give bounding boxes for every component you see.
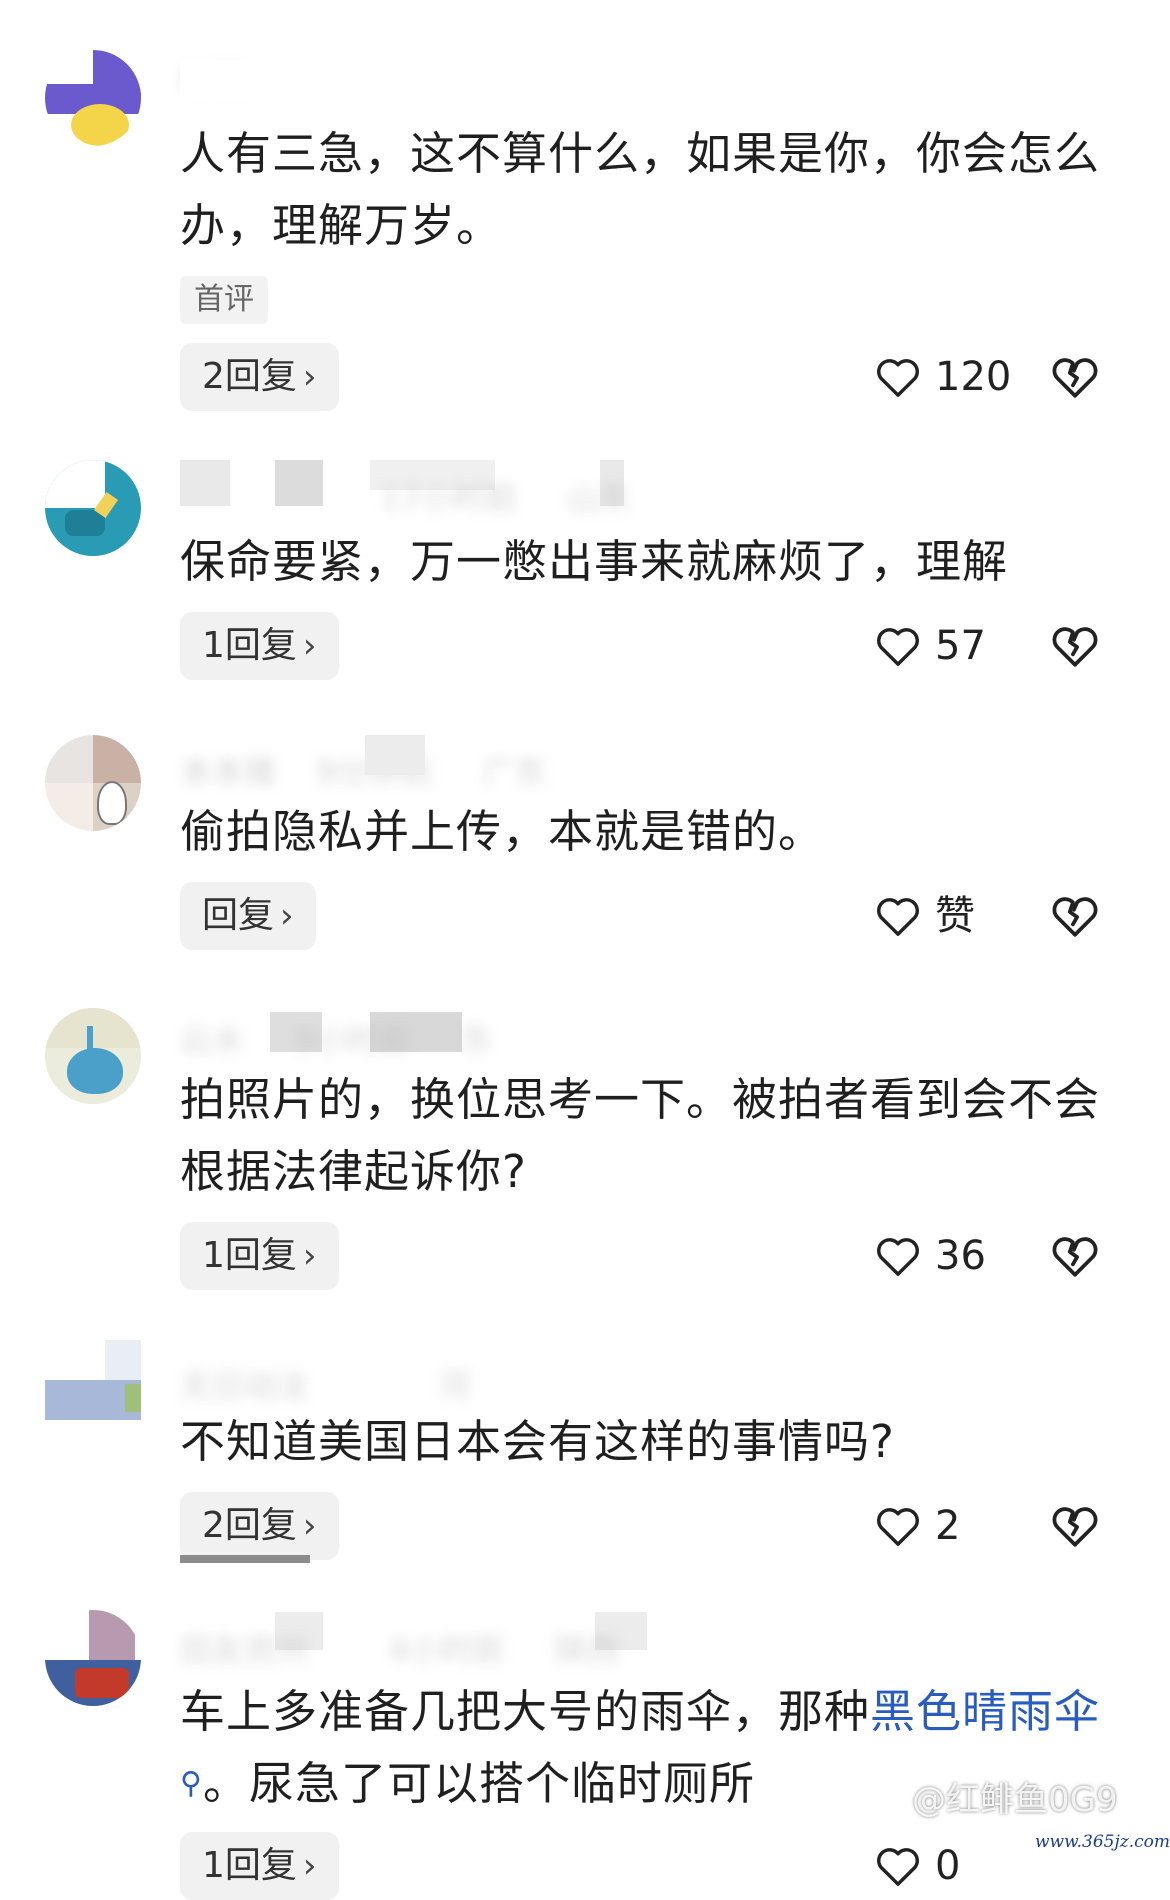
broken-heart-icon — [1052, 1507, 1098, 1547]
search-link[interactable]: 黑色晴雨伞 — [870, 1685, 1100, 1738]
broken-heart-icon — [1052, 627, 1098, 667]
heart-outline-icon — [877, 359, 919, 397]
broken-heart-icon — [1052, 358, 1098, 398]
comment-meta: 无日动法 河 — [180, 1366, 470, 1406]
username: 本本猪 — [180, 753, 277, 791]
dislike-button[interactable] — [1050, 891, 1100, 941]
location: 广东 — [482, 753, 547, 791]
chevron-right-icon: › — [302, 1846, 317, 1886]
comment-text: 不知道美国日本会有这样的事情吗? — [180, 1415, 895, 1468]
comment-meta: 本本猪 9分钟前 广东 — [180, 752, 547, 792]
location: 山东 — [567, 479, 632, 517]
username: 田友资州 — [180, 1631, 309, 1669]
avatar[interactable] — [45, 735, 141, 831]
location: 东 — [460, 1021, 493, 1059]
dislike-button[interactable] — [1050, 1231, 1100, 1281]
avatar[interactable] — [45, 1340, 141, 1436]
location: 河 — [438, 1367, 471, 1405]
like-count: 2 — [935, 1503, 961, 1549]
reply-button[interactable]: 2回复 › — [180, 343, 339, 411]
reply-button[interactable]: 2回复 › — [180, 1492, 339, 1560]
like-button[interactable]: 36 — [875, 1222, 986, 1290]
heart-outline-icon — [877, 628, 919, 666]
search-icon[interactable]: ⚲ — [180, 1766, 203, 1801]
chevron-right-icon: › — [302, 357, 317, 397]
reply-button[interactable]: 回复 › — [180, 882, 316, 950]
like-button[interactable]: 0 — [875, 1832, 960, 1900]
reply-button[interactable]: 1回复 › — [180, 1222, 339, 1290]
comment-text: 人有三急，这不算什么，如果是你，你会怎么办，理解万岁。 — [180, 127, 1101, 252]
comment-meta: 云水 9小时前 东 — [180, 1020, 493, 1060]
broken-heart-icon — [1052, 897, 1098, 937]
reply-button[interactable]: 1回复 › — [180, 612, 339, 680]
avatar[interactable] — [45, 1008, 141, 1104]
username: 无日动法 — [180, 1367, 309, 1405]
comment-meta: 田友资州 4小时前 陕西 — [180, 1630, 619, 1670]
heart-outline-icon — [877, 1848, 919, 1886]
like-button[interactable]: 赞 — [875, 882, 975, 950]
comment-text: 偷拍隐私并上传，本就是错的。 — [180, 805, 825, 858]
location: 陕西 — [554, 1631, 619, 1669]
comment-meta: 17小时前 山东 — [180, 478, 631, 518]
heart-outline-icon — [877, 1508, 919, 1546]
chevron-right-icon: › — [302, 1236, 317, 1276]
username: 云水 — [180, 1021, 245, 1059]
like-button[interactable]: 2 — [875, 1492, 960, 1560]
dislike-button[interactable] — [1050, 621, 1100, 671]
like-button[interactable]: 120 — [875, 343, 1011, 411]
like-count: 0 — [935, 1843, 961, 1889]
like-count: 57 — [935, 623, 986, 669]
avatar[interactable] — [45, 1610, 141, 1706]
comment-text: 拍照片的，换位思考一下。被拍者看到会不会根据法律起诉你? — [180, 1073, 1101, 1198]
time: 17小时前 — [380, 479, 517, 517]
like-count: 120 — [935, 354, 1012, 400]
chevron-right-icon: › — [280, 896, 294, 936]
comment-text: 保命要紧，万一憋出事来就麻烦了，理解 — [180, 535, 1009, 588]
broken-heart-icon — [1052, 1237, 1098, 1277]
like-button[interactable]: 57 — [875, 612, 986, 680]
heart-outline-icon — [877, 1238, 919, 1276]
chevron-right-icon: › — [302, 626, 317, 666]
first-comment-tag: 首评 — [180, 276, 268, 324]
like-label: 赞 — [935, 893, 975, 939]
reply-button[interactable]: 1回复 › — [180, 1832, 339, 1900]
chevron-right-icon: › — [302, 1506, 317, 1546]
time: 9小时前 — [294, 1021, 411, 1059]
heart-outline-icon — [877, 898, 919, 936]
watermark: @红鲱鱼0G9 — [912, 1780, 1118, 1820]
watermark-site: www.365jz.com — [1035, 1832, 1170, 1852]
avatar[interactable] — [45, 460, 141, 556]
avatar[interactable] — [45, 50, 141, 146]
like-count: 36 — [935, 1233, 986, 1279]
dislike-button[interactable] — [1050, 1501, 1100, 1551]
dislike-button[interactable] — [1050, 352, 1100, 402]
time: 4小时前 — [388, 1631, 505, 1669]
